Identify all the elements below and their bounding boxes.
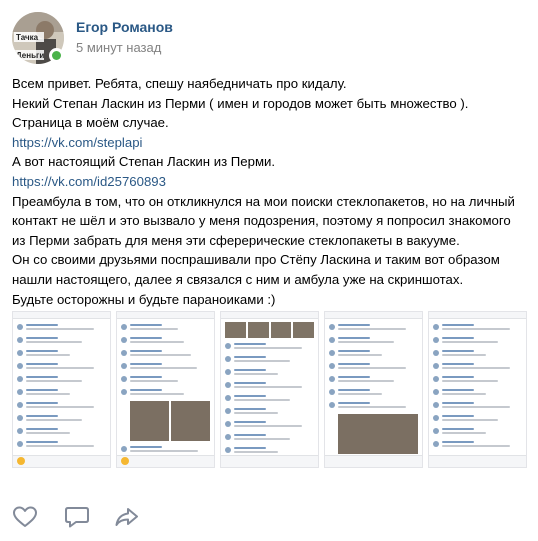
post-text: Всем привет. Ребята, спешу наябедничать … bbox=[12, 74, 528, 309]
comment-button[interactable] bbox=[64, 505, 90, 529]
gallery-thumbnail[interactable] bbox=[220, 311, 319, 468]
post-link[interactable]: https://vk.com/steplapi bbox=[12, 133, 528, 153]
post-text-line: нашли настоящего, далее я связался с ним… bbox=[12, 271, 464, 287]
avatar-text-bottom: Деньги bbox=[16, 51, 44, 60]
post-text-line: Страница в моём случае. bbox=[12, 115, 169, 131]
post-text-line: Преамбула в том, что он откликнулся на м… bbox=[12, 193, 515, 209]
wall-post: Тачка Деньги Егор Романов 5 минут назад … bbox=[0, 0, 538, 541]
gallery-thumbnail[interactable] bbox=[12, 311, 111, 468]
post-text-line: Будьте осторожны и будьте параноиками :) bbox=[12, 291, 276, 307]
post-text-line: Всем привет. Ребята, спешу наябедничать … bbox=[12, 76, 347, 91]
share-button[interactable] bbox=[114, 505, 140, 529]
share-icon bbox=[115, 508, 138, 526]
comment-icon bbox=[65, 507, 89, 528]
post-text-line: Некий Степан Ласкин из Перми ( имен и го… bbox=[12, 95, 469, 111]
gallery-thumbnail[interactable] bbox=[116, 311, 215, 468]
post-author[interactable]: Егор Романов bbox=[76, 19, 173, 35]
gallery-thumbnail[interactable] bbox=[324, 311, 423, 468]
post-link[interactable]: https://vk.com/id25760893 bbox=[12, 172, 528, 192]
post-time[interactable]: 5 минут назад bbox=[76, 40, 161, 55]
post-gallery bbox=[12, 311, 527, 468]
post-text-line: контакт не шёл и это вызвало у меня подо… bbox=[12, 213, 511, 229]
avatar-text-top: Тачка bbox=[16, 33, 39, 42]
gallery-thumbnail[interactable] bbox=[428, 311, 527, 468]
heart-icon bbox=[13, 506, 37, 527]
online-indicator bbox=[49, 48, 64, 63]
like-button[interactable] bbox=[12, 505, 38, 529]
post-text-line: А вот настоящий Степан Ласкин из Перми. bbox=[12, 154, 276, 170]
post-text-line: Он со своими друзьями поспрашивали про С… bbox=[12, 252, 500, 268]
post-text-line: из Перми забрать для меня эти сфереричес… bbox=[12, 232, 460, 248]
